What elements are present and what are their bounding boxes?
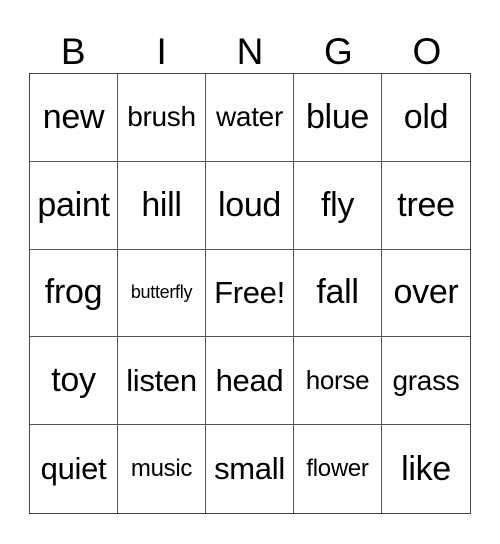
bingo-cell[interactable]: brush bbox=[118, 74, 206, 162]
bingo-cell[interactable]: fly bbox=[294, 161, 382, 250]
header-letter-n: N bbox=[236, 31, 264, 72]
bingo-cell[interactable]: tree bbox=[382, 162, 470, 250]
free-space-cell[interactable]: Free! bbox=[206, 249, 294, 338]
bingo-cell[interactable]: horse bbox=[294, 337, 382, 426]
header-letter-i: I bbox=[156, 31, 167, 72]
bingo-cell[interactable]: like bbox=[382, 425, 470, 513]
bingo-cell[interactable]: toy bbox=[30, 337, 118, 426]
bingo-cell[interactable]: quiet bbox=[30, 425, 118, 513]
header-letter-g: G bbox=[324, 31, 353, 72]
bingo-cell[interactable]: old bbox=[382, 74, 470, 162]
bingo-cell[interactable]: fall bbox=[294, 249, 382, 338]
bingo-cell[interactable]: paint bbox=[30, 161, 118, 250]
bingo-cell[interactable]: over bbox=[382, 250, 470, 338]
bingo-cell[interactable]: frog bbox=[30, 249, 118, 338]
bingo-cell[interactable]: head bbox=[206, 337, 294, 426]
bingo-cell[interactable]: blue bbox=[294, 74, 382, 162]
header-letter-b: B bbox=[60, 31, 86, 72]
bingo-cell[interactable]: music bbox=[118, 425, 206, 513]
bingo-cell[interactable]: small bbox=[206, 425, 294, 513]
bingo-cell[interactable]: flower bbox=[294, 425, 382, 513]
bingo-cell[interactable]: listen bbox=[118, 337, 206, 426]
bingo-card-grid: new brush water blue old paint hill loud… bbox=[29, 73, 471, 514]
bingo-cell[interactable]: hill bbox=[118, 161, 206, 250]
header-letter-o: O bbox=[412, 31, 442, 72]
bingo-cell[interactable]: grass bbox=[382, 337, 470, 426]
bingo-cell[interactable]: new bbox=[30, 74, 118, 162]
bingo-header: B I N G O bbox=[29, 30, 471, 74]
bingo-cell[interactable]: loud bbox=[206, 161, 294, 250]
bingo-cell[interactable]: water bbox=[206, 74, 294, 162]
bingo-cell[interactable]: butterfly bbox=[118, 249, 206, 338]
